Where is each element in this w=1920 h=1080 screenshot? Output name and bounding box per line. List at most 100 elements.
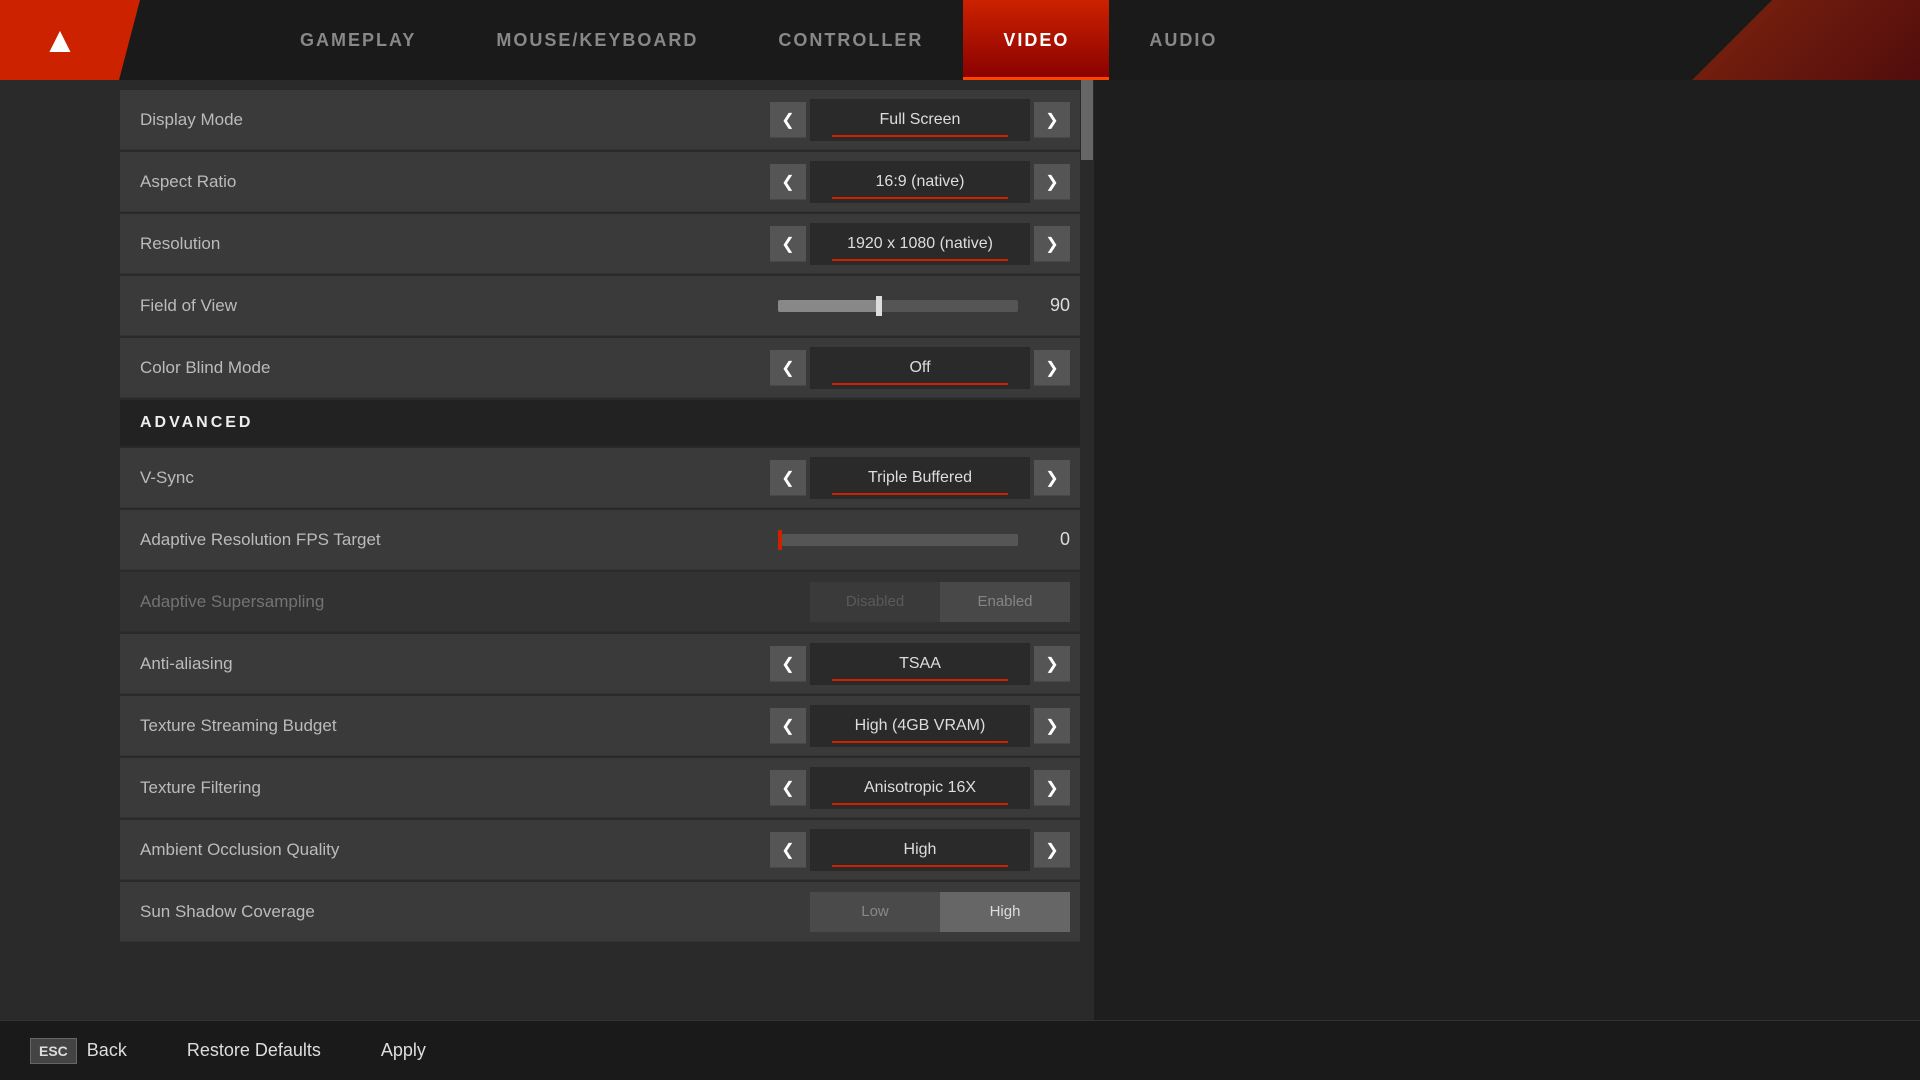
texture-streaming-underline bbox=[832, 741, 1008, 743]
setting-display-mode: Display Mode ❮ Full Screen ❯ bbox=[120, 90, 1080, 150]
resolution-control: ❮ 1920 x 1080 (native) ❯ bbox=[770, 223, 1070, 265]
aspect-ratio-next[interactable]: ❯ bbox=[1034, 164, 1070, 200]
right-panel bbox=[1094, 80, 1920, 1020]
resolution-label: Resolution bbox=[130, 234, 770, 254]
resolution-value-box: 1920 x 1080 (native) bbox=[810, 223, 1030, 265]
aspect-ratio-underline bbox=[832, 197, 1008, 199]
header: ▲ GAMEPLAY MOUSE/KEYBOARD CONTROLLER VID… bbox=[0, 0, 1920, 80]
texture-filtering-next[interactable]: ❯ bbox=[1034, 770, 1070, 806]
texture-streaming-next[interactable]: ❯ bbox=[1034, 708, 1070, 744]
setting-aspect-ratio: Aspect Ratio ❮ 16:9 (native) ❯ bbox=[120, 152, 1080, 212]
texture-streaming-prev[interactable]: ❮ bbox=[770, 708, 806, 744]
settings-panel: Display Mode ❮ Full Screen ❯ Aspect Rati… bbox=[120, 80, 1080, 1020]
texture-filtering-control: ❮ Anisotropic 16X ❯ bbox=[770, 767, 1070, 809]
back-button[interactable]: ESC Back bbox=[30, 1038, 127, 1064]
texture-streaming-control: ❮ High (4GB VRAM) ❯ bbox=[770, 705, 1070, 747]
adaptive-res-fps-control: 0 bbox=[778, 529, 1070, 550]
texture-streaming-label: Texture Streaming Budget bbox=[130, 716, 770, 736]
sun-shadow-toggle: Low High bbox=[810, 892, 1070, 932]
adaptive-res-fps-track[interactable] bbox=[778, 534, 1018, 546]
texture-streaming-value-box: High (4GB VRAM) bbox=[810, 705, 1030, 747]
adaptive-supersampling-label: Adaptive Supersampling bbox=[130, 592, 810, 612]
restore-defaults-button[interactable]: Restore Defaults bbox=[187, 1040, 321, 1061]
fov-slider-thumb bbox=[876, 296, 882, 316]
display-mode-prev[interactable]: ❮ bbox=[770, 102, 806, 138]
aspect-ratio-control: ❮ 16:9 (native) ❯ bbox=[770, 161, 1070, 203]
fov-value: 90 bbox=[1030, 295, 1070, 316]
setting-adaptive-res-fps: Adaptive Resolution FPS Target 0 bbox=[120, 510, 1080, 570]
sun-shadow-low[interactable]: Low bbox=[810, 892, 940, 932]
bottom-bar: ESC Back Restore Defaults Apply bbox=[0, 1020, 1920, 1080]
adaptive-supersampling-enabled[interactable]: Enabled bbox=[940, 582, 1070, 622]
setting-sun-shadow: Sun Shadow Coverage Low High bbox=[120, 882, 1080, 942]
display-mode-value-box: Full Screen bbox=[810, 99, 1030, 141]
vsync-underline bbox=[832, 493, 1008, 495]
apply-button[interactable]: Apply bbox=[381, 1040, 426, 1061]
anti-aliasing-next[interactable]: ❯ bbox=[1034, 646, 1070, 682]
adaptive-res-fps-cursor bbox=[778, 530, 782, 550]
color-blind-value-box: Off bbox=[810, 347, 1030, 389]
setting-resolution: Resolution ❮ 1920 x 1080 (native) ❯ bbox=[120, 214, 1080, 274]
aspect-ratio-value-box: 16:9 (native) bbox=[810, 161, 1030, 203]
texture-filtering-value: Anisotropic 16X bbox=[864, 779, 976, 797]
adaptive-supersampling-disabled[interactable]: Disabled bbox=[810, 582, 940, 622]
anti-aliasing-prev[interactable]: ❮ bbox=[770, 646, 806, 682]
aspect-ratio-prev[interactable]: ❮ bbox=[770, 164, 806, 200]
ambient-occlusion-prev[interactable]: ❮ bbox=[770, 832, 806, 868]
display-mode-next[interactable]: ❯ bbox=[1034, 102, 1070, 138]
display-mode-value: Full Screen bbox=[880, 111, 961, 129]
color-blind-prev[interactable]: ❮ bbox=[770, 350, 806, 386]
display-mode-control: ❮ Full Screen ❯ bbox=[770, 99, 1070, 141]
color-blind-label: Color Blind Mode bbox=[130, 358, 770, 378]
setting-fov: Field of View 90 bbox=[120, 276, 1080, 336]
adaptive-res-fps-label: Adaptive Resolution FPS Target bbox=[130, 530, 778, 550]
resolution-prev[interactable]: ❮ bbox=[770, 226, 806, 262]
fov-slider-track[interactable] bbox=[778, 300, 1018, 312]
setting-texture-filtering: Texture Filtering ❮ Anisotropic 16X ❯ bbox=[120, 758, 1080, 818]
aspect-ratio-label: Aspect Ratio bbox=[130, 172, 770, 192]
adaptive-supersampling-toggle: Disabled Enabled bbox=[810, 582, 1070, 622]
vsync-next[interactable]: ❯ bbox=[1034, 460, 1070, 496]
vsync-control: ❮ Triple Buffered ❯ bbox=[770, 457, 1070, 499]
texture-filtering-label: Texture Filtering bbox=[130, 778, 770, 798]
ambient-occlusion-value: High bbox=[904, 841, 937, 859]
sun-shadow-label: Sun Shadow Coverage bbox=[130, 902, 810, 922]
anti-aliasing-underline bbox=[832, 679, 1008, 681]
display-mode-label: Display Mode bbox=[130, 110, 770, 130]
tab-gameplay[interactable]: GAMEPLAY bbox=[260, 0, 456, 80]
texture-filtering-prev[interactable]: ❮ bbox=[770, 770, 806, 806]
advanced-section-title: ADVANCED bbox=[140, 414, 253, 432]
setting-color-blind: Color Blind Mode ❮ Off ❯ bbox=[120, 338, 1080, 398]
color-blind-control: ❮ Off ❯ bbox=[770, 347, 1070, 389]
vsync-value: Triple Buffered bbox=[868, 469, 972, 487]
texture-filtering-underline bbox=[832, 803, 1008, 805]
nav-tabs: GAMEPLAY MOUSE/KEYBOARD CONTROLLER VIDEO… bbox=[260, 0, 1257, 80]
sun-shadow-high[interactable]: High bbox=[940, 892, 1070, 932]
aspect-ratio-value: 16:9 (native) bbox=[876, 173, 965, 191]
vsync-label: V-Sync bbox=[130, 468, 770, 488]
ambient-occlusion-value-box: High bbox=[810, 829, 1030, 871]
texture-streaming-value: High (4GB VRAM) bbox=[855, 717, 986, 735]
tab-video[interactable]: VIDEO bbox=[963, 0, 1109, 80]
tab-controller[interactable]: CONTROLLER bbox=[738, 0, 963, 80]
setting-adaptive-supersampling: Adaptive Supersampling Disabled Enabled bbox=[120, 572, 1080, 632]
main-content: Display Mode ❮ Full Screen ❯ Aspect Rati… bbox=[0, 80, 1920, 1020]
texture-filtering-value-box: Anisotropic 16X bbox=[810, 767, 1030, 809]
logo: ▲ bbox=[42, 19, 78, 61]
fov-label: Field of View bbox=[130, 296, 778, 316]
tab-mouse-keyboard[interactable]: MOUSE/KEYBOARD bbox=[456, 0, 738, 80]
anti-aliasing-value-box: TSAA bbox=[810, 643, 1030, 685]
resolution-next[interactable]: ❯ bbox=[1034, 226, 1070, 262]
logo-area: ▲ bbox=[0, 0, 140, 80]
adaptive-res-fps-value: 0 bbox=[1030, 529, 1070, 550]
anti-aliasing-control: ❮ TSAA ❯ bbox=[770, 643, 1070, 685]
fov-control: 90 bbox=[778, 295, 1070, 316]
scrollbar[interactable] bbox=[1080, 80, 1094, 1020]
setting-ambient-occlusion: Ambient Occlusion Quality ❮ High ❯ bbox=[120, 820, 1080, 880]
scrollbar-thumb bbox=[1081, 80, 1093, 160]
ambient-occlusion-next[interactable]: ❯ bbox=[1034, 832, 1070, 868]
anti-aliasing-value: TSAA bbox=[899, 655, 941, 673]
vsync-prev[interactable]: ❮ bbox=[770, 460, 806, 496]
tab-audio[interactable]: AUDIO bbox=[1109, 0, 1257, 80]
color-blind-next[interactable]: ❯ bbox=[1034, 350, 1070, 386]
